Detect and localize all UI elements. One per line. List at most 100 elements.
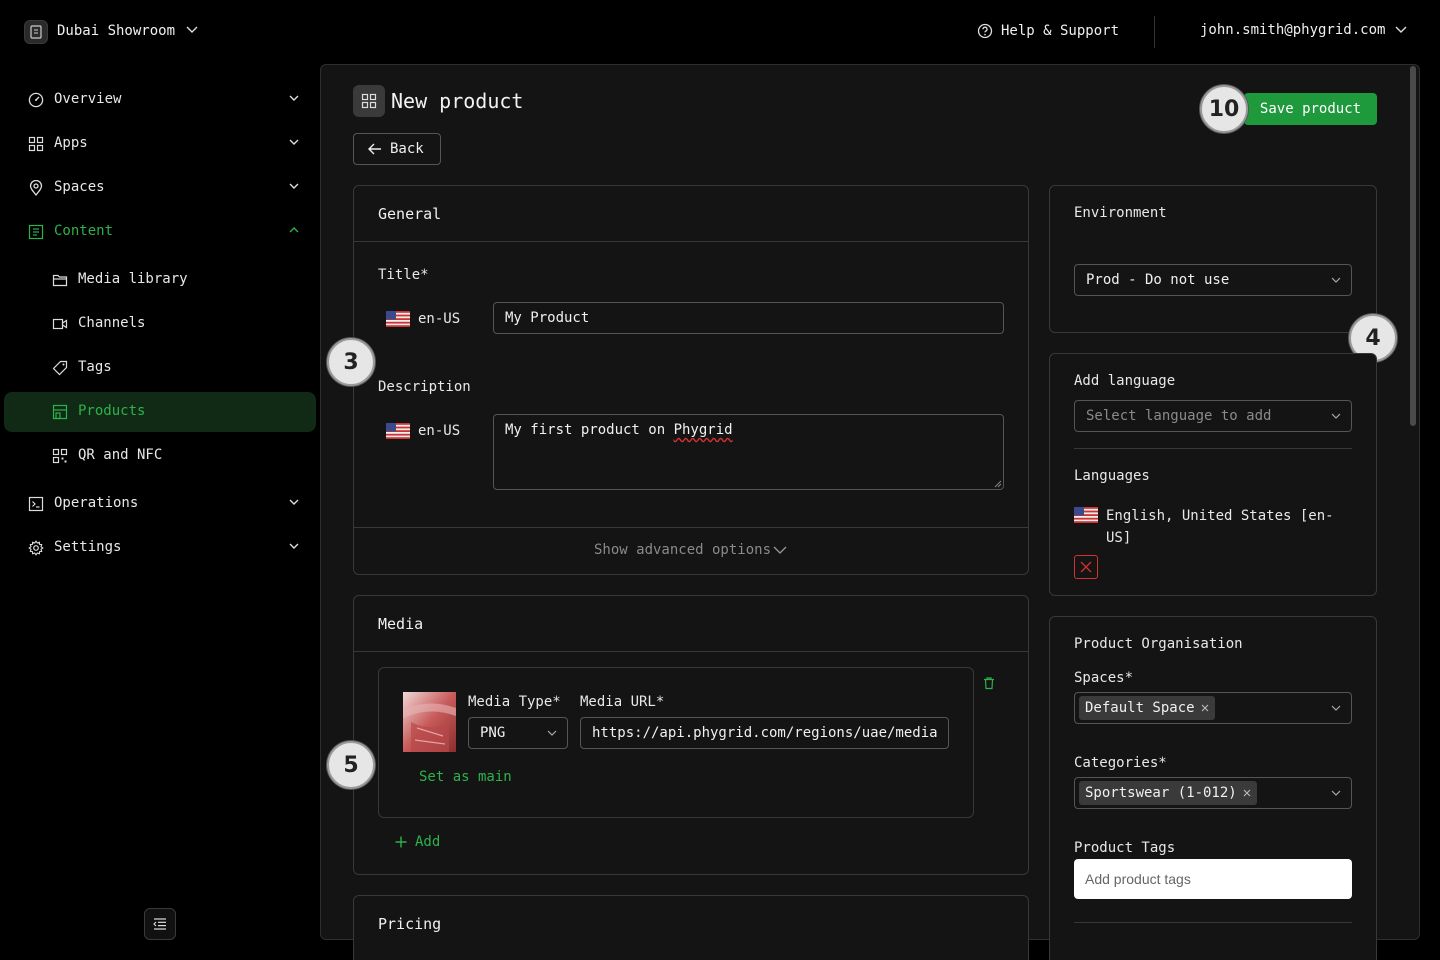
resize-handle-icon[interactable] <box>994 480 1002 488</box>
languages-title: Languages <box>1074 468 1150 484</box>
save-product-button[interactable]: Save product <box>1244 93 1377 125</box>
show-advanced-options-link[interactable]: Show advanced options <box>594 542 787 558</box>
description-textarea[interactable]: My first product on Phygrid <box>493 414 1004 490</box>
sidebar-item-content[interactable]: Content <box>4 212 316 252</box>
categories-select[interactable]: Sportswear (1-012) <box>1074 777 1352 809</box>
sidebar-item-label: Content <box>54 223 114 239</box>
sidebar-item-operations[interactable]: Operations <box>4 484 316 524</box>
arrow-left-icon <box>368 143 382 155</box>
description-label: Description <box>378 379 471 395</box>
environment-title: Environment <box>1074 205 1167 221</box>
workspace-name[interactable]: Dubai Showroom <box>57 23 175 39</box>
organisation-title: Product Organisation <box>1074 636 1243 652</box>
chevron-down-icon <box>1331 276 1341 284</box>
organisation-divider <box>1074 922 1352 923</box>
help-label: Help & Support <box>1001 23 1120 39</box>
us-flag-icon <box>386 423 410 439</box>
workspace-chevron-down-icon[interactable] <box>186 26 198 34</box>
language-divider <box>1074 448 1352 449</box>
sidebar-item-apps[interactable]: Apps <box>4 124 316 164</box>
title-label: Title* <box>378 267 429 283</box>
media-thumbnail[interactable] <box>403 692 456 752</box>
spaces-label: Spaces* <box>1074 670 1134 686</box>
sidebar-item-products[interactable]: Products <box>4 392 316 432</box>
spaces-chip: Default Space <box>1079 696 1215 720</box>
us-flag-icon <box>386 311 410 327</box>
categories-chip-label: Sportswear (1-012) <box>1085 785 1237 801</box>
sidebar-item-label: Tags <box>78 359 112 375</box>
pricing-title: Pricing <box>378 915 442 933</box>
description-locale: en-US <box>418 423 461 439</box>
sidebar-item-spaces[interactable]: Spaces <box>4 168 316 208</box>
add-media-button[interactable]: Add <box>395 834 440 850</box>
description-misspelled-word: Phygrid <box>673 422 733 438</box>
terminal-icon <box>28 496 44 512</box>
general-divider <box>354 241 1028 242</box>
chevron-up-icon <box>288 226 300 234</box>
language-line-1: English, United States [en- <box>1106 508 1334 524</box>
back-button[interactable]: Back <box>353 133 441 165</box>
sidebar-item-qr-nfc[interactable]: QR and NFC <box>4 436 316 476</box>
sidebar-collapse-button[interactable] <box>144 908 176 940</box>
user-email: john.smith@phygrid.com <box>1200 22 1386 38</box>
collapse-menu-icon <box>153 918 167 930</box>
chevron-down-icon <box>1331 789 1341 797</box>
remove-language-button[interactable] <box>1074 555 1098 579</box>
general-title: General <box>378 205 442 223</box>
title-input[interactable]: My Product <box>493 302 1004 334</box>
help-support-link[interactable]: Help & Support <box>977 23 1119 39</box>
sidebar-item-channels[interactable]: Channels <box>4 304 316 344</box>
environment-select[interactable]: Prod - Do not use <box>1074 264 1352 296</box>
workspace-icon[interactable] <box>24 20 48 44</box>
advanced-divider <box>354 527 1028 528</box>
sidebar-item-media-library[interactable]: Media library <box>4 260 316 300</box>
chip-close-icon[interactable] <box>1201 704 1209 712</box>
chevron-down-icon <box>288 542 300 550</box>
product-tags-label: Product Tags <box>1074 840 1176 856</box>
dashboard-icon <box>28 92 44 108</box>
sidebar-item-overview[interactable]: Overview <box>4 80 316 120</box>
chevron-down-icon <box>288 182 300 190</box>
sidebar-item-settings[interactable]: Settings <box>4 528 316 568</box>
trash-icon[interactable] <box>982 676 996 690</box>
step-badge-media: 5 <box>327 741 375 789</box>
qr-icon <box>52 448 68 464</box>
sidebar-item-label: Media library <box>78 271 188 287</box>
media-title: Media <box>378 615 424 633</box>
sidebar-item-label: Spaces <box>54 179 105 195</box>
tag-icon <box>52 360 68 376</box>
sidebar-item-label: QR and NFC <box>78 447 163 463</box>
title-locale: en-US <box>418 311 461 327</box>
chevron-down-icon <box>288 138 300 146</box>
categories-chip: Sportswear (1-012) <box>1079 781 1257 805</box>
product-tags-input[interactable]: Add product tags <box>1074 859 1352 899</box>
categories-label: Categories* <box>1074 755 1167 771</box>
add-language-title: Add language <box>1074 373 1176 389</box>
store-icon <box>52 404 68 420</box>
media-type-value: PNG <box>480 725 506 741</box>
pricing-card <box>353 895 1029 960</box>
user-menu[interactable]: john.smith@phygrid.com <box>1200 22 1407 38</box>
scrollbar-thumb[interactable] <box>1410 66 1416 426</box>
media-type-select[interactable]: PNG <box>468 717 568 749</box>
chip-close-icon[interactable] <box>1243 789 1251 797</box>
media-url-input[interactable]: https://api.phygrid.com/regions/uae/medi… <box>580 717 949 749</box>
sidebar-item-label: Apps <box>54 135 88 151</box>
environment-value: Prod - Do not use <box>1086 272 1230 288</box>
sidebar-item-tags[interactable]: Tags <box>4 348 316 388</box>
sidebar-item-label: Settings <box>54 539 122 555</box>
description-text: My first product on <box>505 422 674 438</box>
language-line-2: US] <box>1106 530 1132 546</box>
close-icon <box>1080 561 1092 573</box>
us-flag-icon <box>1074 507 1098 523</box>
add-language-placeholder: Select language to add <box>1086 408 1272 424</box>
grid-icon <box>28 136 44 152</box>
set-as-main-link[interactable]: Set as main <box>419 769 512 785</box>
sidebar-item-label: Products <box>78 403 146 419</box>
user-chevron-down-icon <box>1395 26 1407 34</box>
chevron-down-icon <box>547 729 557 737</box>
spaces-select[interactable]: Default Space <box>1074 692 1352 724</box>
chevron-down-icon <box>773 545 787 555</box>
add-language-select[interactable]: Select language to add <box>1074 400 1352 432</box>
sidebar-item-label: Operations <box>54 495 139 511</box>
